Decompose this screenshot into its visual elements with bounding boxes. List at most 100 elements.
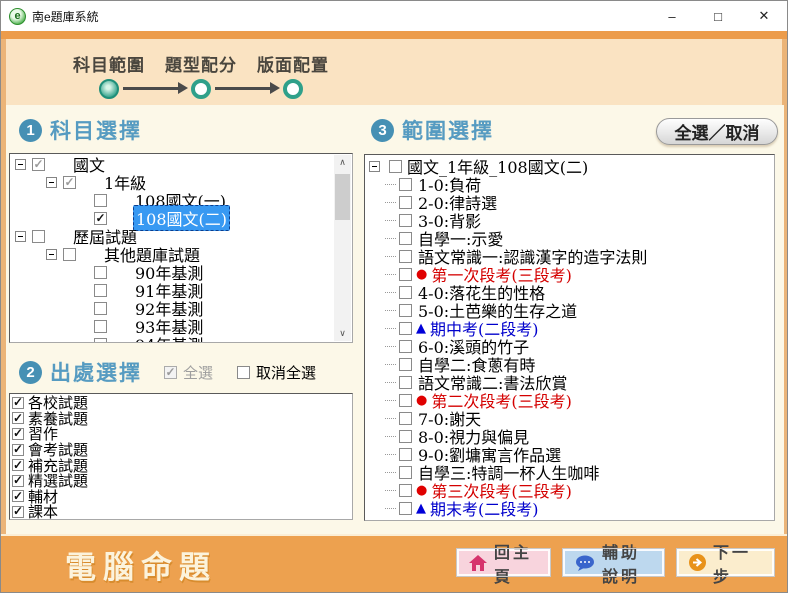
checkbox[interactable] (399, 214, 412, 227)
checkbox[interactable] (12, 506, 24, 518)
checkbox[interactable] (399, 394, 412, 407)
subject-tree-scrollbar[interactable]: ∧ ∨ (334, 155, 351, 341)
checkbox[interactable] (237, 366, 250, 379)
wizard-step-circle[interactable] (191, 79, 211, 99)
minimize-button[interactable]: – (649, 1, 695, 31)
subject-tree: 國文1年級108國文(一)108國文(二)歷屆試題其他題庫試題90年基測91年基… (9, 153, 353, 343)
checkbox[interactable] (32, 158, 45, 171)
checkbox[interactable] (399, 412, 412, 425)
scroll-up-icon[interactable]: ∧ (334, 155, 351, 170)
checkbox[interactable] (12, 444, 24, 456)
section-number-badge: 2 (19, 361, 42, 384)
maximize-button[interactable]: □ (695, 1, 741, 31)
checkbox[interactable] (94, 194, 107, 207)
tree-connector (385, 328, 396, 329)
close-button[interactable]: ✕ (741, 1, 787, 31)
section-number-badge: 1 (19, 119, 42, 142)
checkbox[interactable] (399, 430, 412, 443)
tree-item-label[interactable]: 108國文(二) (133, 205, 230, 231)
wizard-step-label: 科目範圍 (64, 51, 154, 76)
tree-expander-icon[interactable] (46, 177, 57, 188)
tree-item[interactable]: ●第三次段考(三段考) (365, 481, 774, 499)
checkbox[interactable] (94, 266, 107, 279)
wizard-step-circle[interactable] (99, 79, 119, 99)
select-all-toggle-button[interactable]: 全選／取消 (656, 118, 778, 145)
checkbox[interactable] (399, 304, 412, 317)
wizard-step-circle[interactable] (283, 79, 303, 99)
next-step-button[interactable]: 下一步 (677, 549, 774, 576)
subject-section-header: 1 科目選擇 (19, 115, 142, 145)
checkbox[interactable] (94, 302, 107, 315)
checkbox[interactable] (12, 428, 24, 440)
checkbox[interactable] (399, 286, 412, 299)
checkbox[interactable] (32, 230, 45, 243)
scroll-down-icon[interactable]: ∨ (334, 326, 351, 341)
tree-expander-icon[interactable] (15, 159, 26, 170)
tree-connector (385, 202, 396, 203)
checkbox[interactable] (63, 248, 76, 261)
checkbox[interactable] (63, 176, 76, 189)
tree-expander-icon[interactable] (15, 231, 26, 242)
checkbox[interactable] (399, 250, 412, 263)
home-icon (469, 555, 487, 571)
checkbox[interactable] (94, 338, 107, 344)
tree-connector (385, 418, 396, 419)
list-item[interactable]: 素養試題 (10, 411, 352, 427)
checkbox[interactable] (399, 268, 412, 281)
deselect-all-checkbox[interactable]: 取消全選 (237, 362, 316, 383)
tree-connector (385, 238, 396, 239)
checkbox[interactable] (399, 376, 412, 389)
help-button[interactable]: 輔助說明 (563, 549, 664, 576)
tree-item[interactable]: 108國文(二) (10, 209, 352, 227)
checkbox[interactable] (12, 490, 24, 502)
tree-item[interactable]: 94年基測 (10, 335, 352, 343)
accent-strip (1, 31, 787, 39)
checkbox[interactable] (94, 212, 107, 225)
list-item[interactable]: 課本 (10, 504, 352, 520)
home-button[interactable]: 回主頁 (457, 549, 550, 576)
tree-expander-icon[interactable] (369, 161, 380, 172)
checkbox[interactable] (164, 366, 177, 379)
section-number-badge: 3 (371, 119, 394, 142)
checkbox[interactable] (94, 320, 107, 333)
checkbox[interactable] (399, 322, 412, 335)
tree-item-label[interactable]: 期末考(二段考) (428, 496, 541, 520)
checkbox[interactable] (389, 160, 402, 173)
checkbox[interactable] (12, 475, 24, 487)
checkbox[interactable] (399, 484, 412, 497)
tree-connector (385, 454, 396, 455)
tree-item[interactable]: 國文 (10, 155, 352, 173)
checkbox[interactable] (399, 178, 412, 191)
tree-connector (385, 292, 396, 293)
list-item[interactable]: 精選試題 (10, 473, 352, 489)
checkbox[interactable] (12, 412, 24, 424)
checkbox[interactable] (399, 466, 412, 479)
checkbox[interactable] (399, 196, 412, 209)
tree-connector (385, 364, 396, 365)
wizard-arrow-icon (123, 87, 179, 90)
checkbox[interactable] (399, 340, 412, 353)
footer-bar: 電腦命題 回主頁輔助說明下一步 (1, 534, 787, 593)
tree-item-label[interactable]: 94年基測 (133, 332, 205, 343)
wizard-step-label: 版面配置 (248, 51, 338, 76)
section-title: 科目選擇 (50, 115, 142, 145)
checkbox[interactable] (12, 397, 24, 409)
footer-buttons: 回主頁輔助說明下一步 (457, 549, 774, 576)
checkbox[interactable] (399, 448, 412, 461)
main-area: 1 科目選擇 國文1年級108國文(一)108國文(二)歷屆試題其他題庫試題90… (6, 105, 784, 534)
checkbox[interactable] (94, 284, 107, 297)
button-label: 回主頁 (494, 539, 538, 587)
tree-expander-icon[interactable] (46, 249, 57, 260)
checkbox[interactable] (12, 459, 24, 471)
select-all-checkbox[interactable]: 全選 (164, 362, 213, 383)
scrollbar-thumb[interactable] (335, 174, 350, 220)
checkbox[interactable] (399, 358, 412, 371)
source-list-rows: 各校試題素養試題習作會考試題補充試題精選試題輔材課本 (10, 394, 352, 520)
tree-item[interactable]: 5-0:土芭樂的生存之道 (365, 301, 774, 319)
wizard-arrow-icon (215, 87, 271, 90)
source-section-header: 2 出處選擇 全選 取消全選 (19, 357, 316, 387)
tree-connector (385, 256, 396, 257)
checkbox[interactable] (399, 232, 412, 245)
checkbox[interactable] (399, 502, 412, 515)
source-list: 各校試題素養試題習作會考試題補充試題精選試題輔材課本 (9, 393, 353, 520)
